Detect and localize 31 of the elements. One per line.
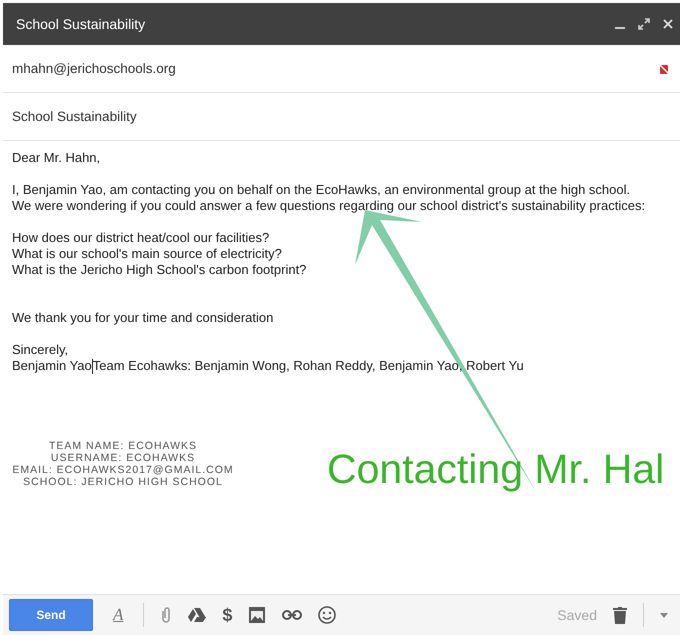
trash-icon[interactable]: [613, 606, 627, 624]
smiley-icon[interactable]: [318, 606, 336, 624]
link-icon[interactable]: [282, 610, 302, 620]
crossed-out-icon[interactable]: [658, 62, 670, 74]
expand-icon[interactable]: [638, 18, 650, 30]
signature-name: Benjamin Yao: [12, 358, 92, 374]
send-button[interactable]: Send: [9, 599, 93, 631]
close-icon[interactable]: [662, 18, 674, 30]
save-status: Saved: [557, 607, 597, 623]
recipient-field[interactable]: mhahn@jerichoschools.org: [12, 61, 176, 76]
body-paragraph: I, Benjamin Yao, am contacting you on behalf on the EcoHawks, an environmental group at the high school. We were wondering if you could answer a few questions regarding our school district's sustainability practices:: [12, 182, 646, 214]
team-info-line: SCHOOL: JERICHO HIGH SCHOOL: [22, 476, 224, 488]
team-info-line: EMAIL: ECOHAWKS2017@GMAIL.COM: [11, 464, 235, 476]
thanks-text: We thank you for your time and consideration: [12, 310, 274, 326]
greeting-text: Dear Mr. Hahn,: [12, 150, 102, 166]
closing-text: Sincerely,: [12, 342, 70, 358]
photo-icon[interactable]: [248, 606, 266, 624]
question-text: What is our school's main source of electricity?: [12, 246, 283, 262]
text-cursor: [92, 358, 93, 374]
paperclip-icon[interactable]: [160, 606, 172, 624]
question-text: What is the Jericho High School's carbon footprint?: [12, 262, 308, 278]
money-button[interactable]: $: [222, 604, 232, 626]
caret-icon[interactable]: [660, 612, 668, 618]
subject-field[interactable]: School Sustainability: [12, 109, 137, 124]
question-text: How does our district heat/cool our facilities?: [12, 230, 270, 246]
drive-icon[interactable]: [188, 607, 206, 623]
team-info-line: USERNAME: ECOHAWKS: [50, 452, 196, 464]
window-title: School Sustainability: [16, 16, 146, 32]
formatting-button[interactable]: A: [109, 605, 128, 625]
annotation-caption: Contacting Mr. Hal: [327, 446, 664, 493]
team-info-line: TEAM NAME: ECOHAWKS: [48, 440, 198, 452]
